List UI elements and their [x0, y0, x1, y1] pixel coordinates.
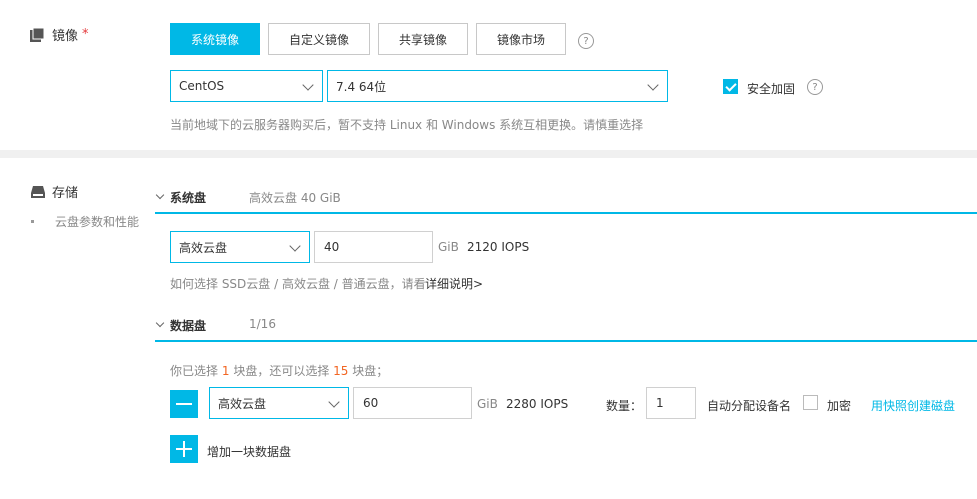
- data-disk-title: 数据盘: [170, 319, 207, 333]
- sel-suffix: 块盘；: [352, 364, 389, 378]
- version-select-value: 7.4 64位: [336, 79, 387, 94]
- data-disk-type-value: 高效云盘: [218, 396, 267, 411]
- image-icon: [30, 27, 46, 42]
- help-icon[interactable]: ?: [578, 33, 594, 49]
- auto-device-name-label: 自动分配设备名: [707, 399, 792, 413]
- system-disk-unit: GiB: [438, 240, 459, 254]
- storage-heading-label: 存储: [52, 186, 79, 201]
- data-disk-iops: 2280 IOPS: [506, 397, 569, 411]
- tab-shared-image[interactable]: 共享镜像: [378, 23, 468, 55]
- chevron-down-icon: [328, 396, 340, 408]
- system-disk-type-value: 高效云盘: [179, 240, 228, 255]
- data-disk-type-select[interactable]: 高效云盘: [209, 387, 349, 419]
- system-disk-size-input[interactable]: 40: [314, 231, 433, 263]
- security-hardening-checkbox[interactable]: [723, 79, 738, 94]
- chevron-down-icon: [302, 79, 314, 91]
- sel-mid: 块盘，还可以选择: [233, 364, 330, 378]
- sel-prefix: 你已选择: [170, 364, 219, 378]
- remove-data-disk-button[interactable]: [170, 390, 198, 418]
- encrypt-checkbox[interactable]: [803, 395, 818, 410]
- image-notice: 当前地域下的云服务器购买后，暂不支持 Linux 和 Windows 系统互相更…: [170, 118, 644, 132]
- create-from-snapshot-link[interactable]: 用快照创建磁盘: [871, 397, 955, 414]
- image-heading: 镜像 *: [30, 25, 89, 44]
- system-disk-type-select[interactable]: 高效云盘: [170, 231, 310, 263]
- storage-heading: 存储: [30, 182, 78, 201]
- security-hardening-label: 安全加固: [747, 82, 796, 96]
- version-select[interactable]: 7.4 64位: [327, 70, 668, 102]
- tab-image-market[interactable]: 镜像市场: [476, 23, 566, 55]
- plus-icon-vertical: [183, 441, 185, 457]
- bullet: [31, 220, 34, 223]
- data-disk-header[interactable]: 数据盘 1/16: [155, 314, 977, 342]
- help-icon[interactable]: ?: [807, 79, 823, 95]
- system-disk-header[interactable]: 系统盘 高效云盘 40 GiB: [155, 186, 977, 214]
- tab-system-image[interactable]: 系统镜像: [170, 23, 260, 55]
- chevron-down-icon: [289, 240, 301, 252]
- sidebar-item-disk-params[interactable]: 云盘参数和性能: [55, 213, 139, 230]
- os-select-value: CentOS: [179, 79, 225, 93]
- disk-help-link[interactable]: 详细说明>: [425, 275, 483, 292]
- quantity-label: 数量：: [606, 399, 643, 413]
- encrypt-label: 加密: [827, 399, 852, 413]
- add-data-disk-label[interactable]: 增加一块数据盘: [207, 443, 291, 460]
- data-disk-size-input[interactable]: 60: [353, 387, 472, 419]
- system-disk-title: 系统盘: [170, 191, 207, 205]
- storage-panel: 存储 云盘参数和性能 系统盘 高效云盘 40 GiB 高效云盘 40 GiB 2…: [0, 158, 977, 499]
- image-panel: 镜像 * 系统镜像 自定义镜像 共享镜像 镜像市场 ? CentOS 7.4 6…: [0, 0, 977, 150]
- chevron-down-icon: [155, 318, 165, 328]
- os-select[interactable]: CentOS: [170, 70, 323, 102]
- chevron-down-icon: [155, 190, 165, 200]
- minus-icon: [176, 403, 192, 405]
- data-disk-selection-info: 你已选择 1 块盘，还可以选择 15 块盘；: [170, 362, 388, 379]
- sel-count: 1: [221, 364, 230, 378]
- storage-icon: [30, 185, 46, 199]
- required-mark: *: [82, 27, 89, 42]
- chevron-down-icon: [647, 79, 659, 91]
- image-heading-label: 镜像: [52, 29, 79, 44]
- system-disk-iops: 2120 IOPS: [467, 240, 530, 254]
- quantity-input[interactable]: 1: [646, 387, 696, 419]
- disk-help-text: 如何选择 SSD云盘 / 高效云盘 / 普通云盘，请看: [170, 277, 426, 291]
- sel-remain: 15: [333, 364, 349, 378]
- add-data-disk-button[interactable]: [170, 435, 198, 463]
- data-disk-summary: 1/16: [249, 317, 276, 331]
- data-disk-unit: GiB: [477, 397, 498, 411]
- system-disk-summary: 高效云盘 40 GiB: [249, 191, 341, 205]
- tab-custom-image[interactable]: 自定义镜像: [268, 23, 370, 55]
